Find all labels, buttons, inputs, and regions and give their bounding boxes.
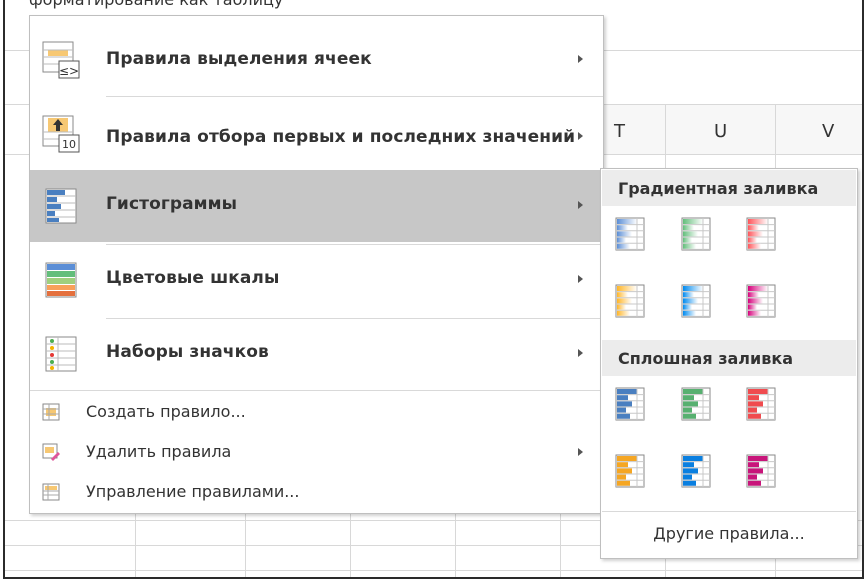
- conditional-formatting-menu: ≤> Правила выделения ячеек 10 Правила от…: [29, 15, 604, 514]
- solid-data-bar-option[interactable]: [681, 454, 711, 488]
- gradient-data-bar-option[interactable]: [746, 284, 776, 318]
- solid-data-bar-option[interactable]: [746, 454, 776, 488]
- menu-item-label: Гистограммы: [106, 194, 238, 214]
- svg-text:≤>: ≤>: [59, 64, 79, 78]
- new-rule-icon: [42, 403, 60, 421]
- gradient-data-bar-option[interactable]: [615, 284, 645, 318]
- column-header-u[interactable]: U: [714, 121, 727, 142]
- svg-text:10: 10: [62, 138, 76, 151]
- gradient-data-bar-option[interactable]: [615, 217, 645, 251]
- data-bars-icon: [45, 188, 77, 224]
- gradient-fill-header: Градиентная заливка: [602, 170, 856, 206]
- submenu-arrow-icon: [578, 349, 583, 357]
- column-header-v[interactable]: V: [822, 121, 834, 142]
- data-bars-submenu: Градиентная заливка Сплошная заливка Дру…: [600, 168, 858, 559]
- submenu-arrow-icon: [578, 448, 583, 456]
- gradient-data-bar-option[interactable]: [681, 284, 711, 318]
- solid-fill-header: Сплошная заливка: [602, 340, 856, 376]
- clear-rules-icon: [42, 443, 60, 461]
- submenu-arrow-icon: [578, 275, 583, 283]
- column-header-t[interactable]: T: [614, 121, 625, 142]
- top-bottom-rules-icon: 10: [42, 115, 80, 153]
- menu-item-new-rule[interactable]: Создать правило...: [30, 394, 603, 434]
- submenu-arrow-icon: [578, 201, 583, 209]
- gradient-data-bar-option[interactable]: [746, 217, 776, 251]
- solid-data-bar-option[interactable]: [615, 454, 645, 488]
- color-scales-icon: [45, 262, 77, 298]
- submenu-arrow-icon: [578, 55, 583, 63]
- menu-item-top-bottom-rules[interactable]: 10 Правила отбора первых и последних зна…: [30, 98, 603, 170]
- section-title: Сплошная заливка: [618, 349, 793, 368]
- icon-sets-icon: [45, 336, 77, 372]
- ribbon-clipped-label: форматирование как таблицу: [29, 0, 283, 9]
- menu-item-highlight-cells-rules[interactable]: ≤> Правила выделения ячеек: [30, 24, 603, 96]
- manage-rules-icon: [42, 483, 60, 501]
- menu-item-icon-sets[interactable]: Наборы значков: [30, 318, 603, 390]
- menu-item-label: Создать правило...: [86, 402, 246, 421]
- solid-data-bar-option[interactable]: [681, 387, 711, 421]
- submenu-arrow-icon: [578, 132, 583, 140]
- more-rules-link[interactable]: Другие правила...: [601, 524, 857, 543]
- menu-item-label: Цветовые шкалы: [106, 268, 280, 288]
- gradient-data-bar-option[interactable]: [681, 217, 711, 251]
- window-frame: форматирование как таблицу T U V: [3, 0, 864, 579]
- solid-data-bar-option[interactable]: [746, 387, 776, 421]
- menu-item-label: Наборы значков: [106, 342, 269, 362]
- menu-item-label: Правила выделения ячеек: [106, 49, 372, 69]
- menu-item-data-bars[interactable]: Гистограммы: [30, 170, 603, 242]
- solid-data-bar-option[interactable]: [615, 387, 645, 421]
- menu-item-label: Удалить правила: [86, 442, 232, 461]
- highlight-cells-rules-icon: ≤>: [42, 41, 80, 79]
- menu-item-manage-rules[interactable]: Управление правилами...: [30, 474, 603, 514]
- section-title: Градиентная заливка: [618, 179, 819, 198]
- menu-item-clear-rules[interactable]: Удалить правила: [30, 434, 603, 474]
- column-header-strip: T U V: [600, 104, 862, 155]
- menu-item-color-scales[interactable]: Цветовые шкалы: [30, 244, 603, 316]
- menu-item-label: Управление правилами...: [86, 482, 300, 501]
- menu-item-label: Правила отбора первых и последних значен…: [106, 127, 576, 147]
